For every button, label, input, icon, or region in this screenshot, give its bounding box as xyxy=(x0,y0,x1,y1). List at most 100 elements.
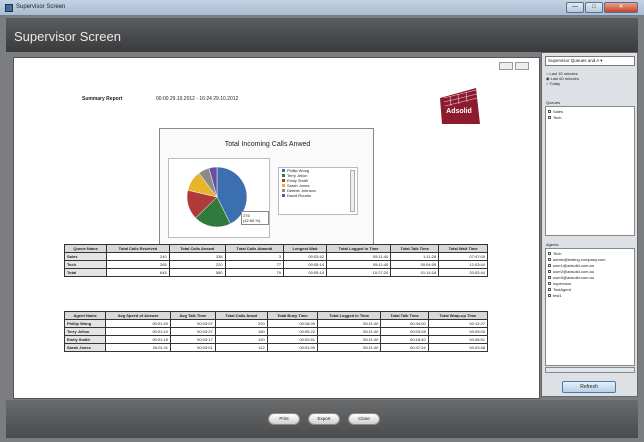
checkbox-icon[interactable] xyxy=(548,116,551,120)
prev-page-button[interactable] xyxy=(499,62,513,70)
legend-scrollbar[interactable] xyxy=(350,170,355,212)
pie-tooltip: 276 (42.65 %) xyxy=(241,211,269,225)
checkbox-icon[interactable] xyxy=(548,252,551,256)
summary-label: Summary Report xyxy=(82,96,123,102)
app-icon xyxy=(5,4,13,12)
checkbox-icon[interactable] xyxy=(548,282,551,286)
summary-date-range: 00:00 29.10.2012 - 16:24 29.10.2012 xyxy=(156,96,239,102)
table-cell: 580 xyxy=(168,268,226,277)
queue-header: Longest Wait xyxy=(283,244,327,253)
agents-checkbox-item[interactable]: test1 xyxy=(548,293,632,299)
chart-title: Total Incoming Calls Anwed xyxy=(224,141,311,148)
table-row: Terry Jellon 00:01:10 00:03:27 180 00:05:22 0… xyxy=(63,327,489,336)
table-cell: 05:11:40 xyxy=(316,327,382,336)
queue-name-cell: Tech xyxy=(63,260,108,269)
table-cell: 00:03:48 xyxy=(427,343,489,352)
export-button[interactable]: Export xyxy=(308,413,340,425)
agent-header: Total Logged in Time xyxy=(316,311,382,320)
table-cell: 00:01:15 xyxy=(105,335,172,344)
table-cell: 00:06:51 xyxy=(427,335,489,344)
checkbox-label: test1 xyxy=(553,293,562,298)
table-cell: 00:09:00 xyxy=(427,327,489,336)
agent-header: Total Wrap-up Time xyxy=(427,311,489,320)
report-type-select[interactable]: Supervisor Queues and A ▾ xyxy=(545,56,635,66)
agent-header: Total Talk Time xyxy=(380,311,429,320)
agent-table: Agent Name Avg Speed of Answer Avg Talk Ti… xyxy=(63,311,489,352)
checkbox-icon[interactable] xyxy=(548,288,551,292)
table-row: Sales 240 338 3 00:03:42 05:11:40 1:11:28 07:47… xyxy=(63,252,488,261)
legend-swatch xyxy=(282,194,285,197)
next-page-button[interactable] xyxy=(515,62,529,70)
table-cell: 338 xyxy=(168,252,226,261)
table-cell: 220 xyxy=(214,319,268,328)
legend-swatch xyxy=(282,169,285,172)
queue-header: Total Calls Abandd xyxy=(224,244,285,253)
queue-header: Total Talk Time xyxy=(390,244,440,253)
checkbox-label: Tech xyxy=(553,115,562,120)
checkbox-label: supervisor xyxy=(553,281,572,286)
queue-header: Total Calls Answd xyxy=(168,244,226,253)
time-range-radio[interactable]: ○ Today xyxy=(546,81,579,86)
table-cell: 00:05:22 xyxy=(266,327,318,336)
table-cell: 05:11:40 xyxy=(316,335,382,344)
queue-header: Total Logged in Time xyxy=(325,244,392,253)
checkbox-icon[interactable] xyxy=(548,270,551,274)
queue-name-cell: Sales xyxy=(63,252,108,261)
table-cell: 79 xyxy=(224,268,285,277)
table-cell: 00:04:09 xyxy=(390,260,440,269)
table-cell: 00:03:27 xyxy=(170,327,216,336)
table-cell: 645 xyxy=(106,268,170,277)
table-cell: 05:11:40 xyxy=(325,260,392,269)
table-cell: 00:02:51 xyxy=(266,335,318,344)
table-cell: 00:01:00 xyxy=(266,343,318,352)
table-cell: 05:11:40 xyxy=(325,252,392,261)
checkbox-icon[interactable] xyxy=(548,264,551,268)
table-cell: 00:18:00 xyxy=(266,319,318,328)
agents-horizontal-scrollbar[interactable] xyxy=(545,367,635,373)
checkbox-icon[interactable] xyxy=(548,294,551,298)
table-row: Emily Smith 00:01:15 00:03:17 120 00:02:51 05… xyxy=(63,335,489,344)
queue-name-cell: Total xyxy=(63,268,108,277)
table-cell: 05:11:40 xyxy=(316,343,382,352)
table-cell: 00:18:40 xyxy=(380,335,429,344)
table-cell: 00:01:11 xyxy=(105,343,172,352)
queue-header: Total Wait Time xyxy=(438,244,488,253)
refresh-button[interactable]: Refresh xyxy=(562,381,616,393)
checkbox-icon[interactable] xyxy=(548,276,551,280)
table-cell: 1:11:28 xyxy=(390,252,440,261)
company-logo: Adsolid xyxy=(436,86,482,126)
checkbox-icon[interactable] xyxy=(548,110,551,114)
queue-header: Queue Name xyxy=(63,244,108,253)
queues-checkbox-item[interactable]: Tech xyxy=(548,115,632,121)
checkbox-label: user1@adsolid.com.au xyxy=(553,263,594,268)
footer-bar: Print Export Close xyxy=(6,400,638,438)
pie-chart xyxy=(186,166,248,228)
radio-label: Today xyxy=(549,81,561,86)
report-toolbar xyxy=(497,62,529,72)
pie-chart-area: 276 (42.65 %) xyxy=(168,158,270,238)
table-cell: 00:12:27 xyxy=(427,319,489,328)
time-range-radios: ○ Last 15 minutes ◉ Last 60 minutes ○ Toda… xyxy=(546,71,579,86)
maximize-button[interactable]: □ xyxy=(585,2,603,13)
table-cell: 00:47:24 xyxy=(380,343,429,352)
checkbox-label: user3@adsolid.com.au xyxy=(553,275,594,280)
table-cell: 00:44:00 xyxy=(380,319,429,328)
queue-table: Queue Name Total Calls Received Total Call… xyxy=(63,244,488,277)
print-button[interactable]: Print xyxy=(268,413,300,425)
agent-header: Avg Speed of Answer xyxy=(105,311,172,320)
checkbox-label: Tech xyxy=(553,251,562,256)
pie-chart-panel: Total Incoming Calls Anwed 276 (42.65 %)… xyxy=(159,128,374,245)
legend-swatch xyxy=(282,184,285,187)
queues-label: Queues xyxy=(546,100,561,105)
agent-name-cell: Emily Smith xyxy=(63,335,107,344)
close-report-button[interactable]: Close xyxy=(348,413,380,425)
legend-swatch xyxy=(282,189,285,192)
table-row: Total 645 580 79 00:05:14 10:27:20 01:14:18 20:… xyxy=(63,268,488,277)
close-button[interactable]: ✕ xyxy=(604,2,638,13)
checkbox-icon[interactable] xyxy=(548,258,551,262)
logo-text: Adsolid xyxy=(446,108,472,115)
window-title: Supervisor Screen xyxy=(16,4,66,10)
minimize-button[interactable]: — xyxy=(566,2,584,13)
app-window: Supervisor Screen — □ ✕ Supervisor Scree… xyxy=(0,0,644,442)
header-bar: Supervisor Screen xyxy=(6,18,638,52)
